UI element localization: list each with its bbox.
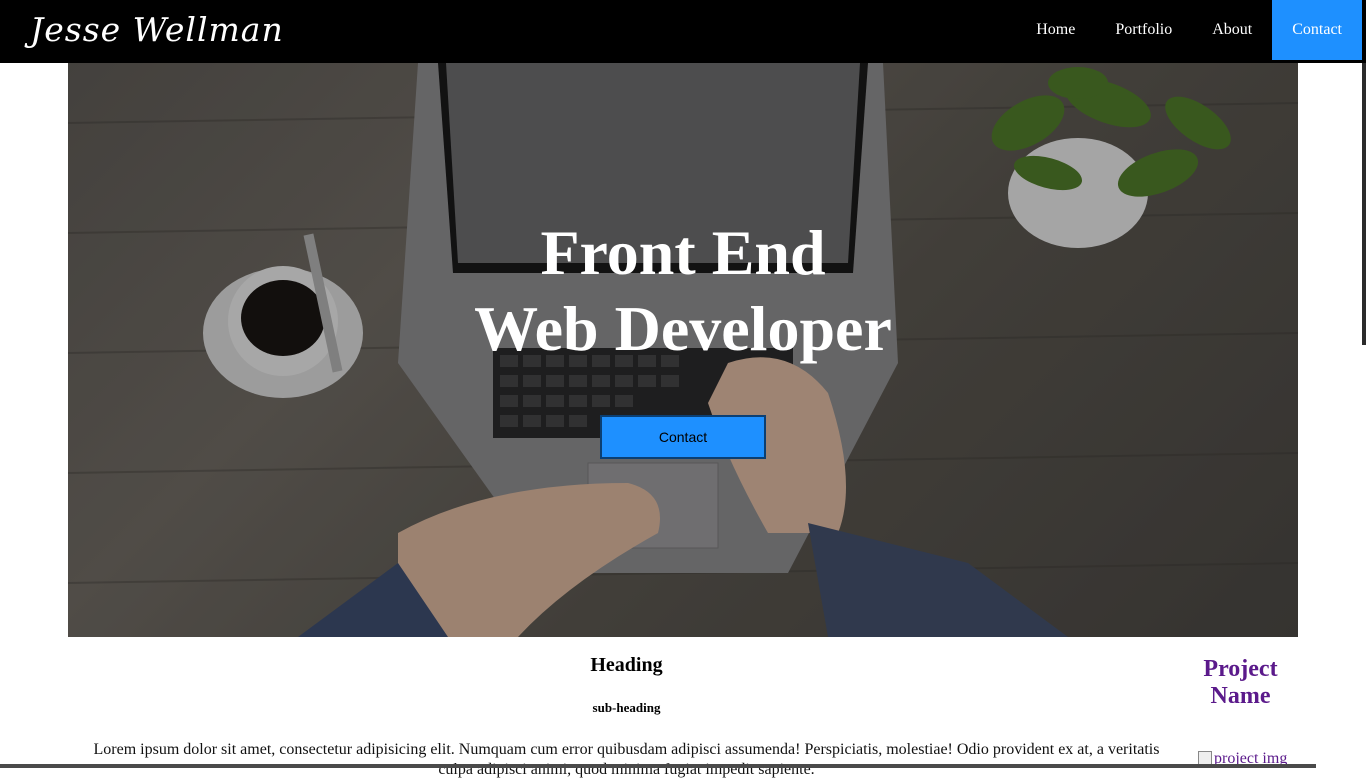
project-name-link[interactable]: Project Name — [1188, 656, 1293, 710]
section-heading: Heading — [590, 654, 663, 676]
hero-title-line-2: Web Developer — [474, 293, 892, 364]
brand-logo[interactable]: Jesse Wellman — [30, 8, 284, 52]
hero-section: Front End Web Developer Contact — [68, 63, 1298, 637]
section-subheading: sub-heading — [592, 700, 661, 715]
hero-title: Front End Web Developer — [68, 215, 1298, 367]
nav-links: Home Portfolio About Contact — [1016, 0, 1362, 60]
vertical-scrollbar[interactable] — [1362, 63, 1366, 345]
hero-title-line-1: Front End — [540, 217, 826, 288]
horizontal-scrollbar[interactable] — [0, 764, 1316, 768]
nav-portfolio-link[interactable]: Portfolio — [1095, 0, 1192, 60]
section-body-text: Lorem ipsum dolor sit amet, consectetur … — [93, 741, 1160, 778]
hero-contact-button[interactable]: Contact — [600, 415, 766, 459]
nav-contact-link[interactable]: Contact — [1272, 0, 1362, 60]
nav-about-link[interactable]: About — [1192, 0, 1272, 60]
nav-home-link[interactable]: Home — [1016, 0, 1095, 60]
top-navigation-bar: Jesse Wellman Home Portfolio About Conta… — [0, 0, 1366, 63]
